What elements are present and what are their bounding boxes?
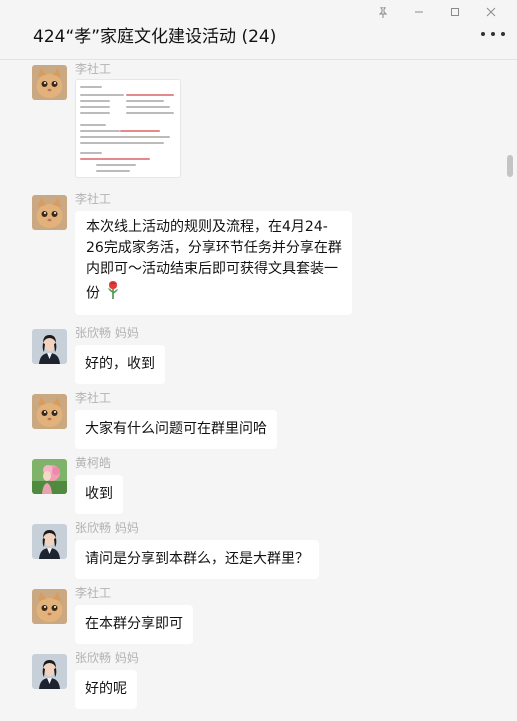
message-bubble[interactable]: 大家有什么问题可在群里问哈 (75, 410, 277, 449)
more-icon[interactable] (481, 24, 505, 44)
message-text: 在本群分享即可 (85, 616, 183, 632)
sender-name: 张欣畅 妈妈 (75, 521, 139, 535)
cat-avatar[interactable] (32, 394, 67, 429)
cat-avatar[interactable] (32, 65, 67, 100)
message-bubble[interactable]: 请问是分享到本群么，还是大群里？ (75, 540, 319, 579)
cat-avatar[interactable] (32, 589, 67, 624)
message-text: 请问是分享到本群么，还是大群里？ (85, 551, 309, 567)
pin-icon[interactable] (365, 2, 401, 22)
woman-avatar[interactable] (32, 524, 67, 559)
message-text: 收到 (85, 486, 113, 502)
sender-name: 张欣畅 妈妈 (75, 326, 139, 340)
sender-name: 张欣畅 妈妈 (75, 651, 139, 665)
image-message[interactable] (75, 79, 181, 178)
message-bubble[interactable]: 好的呢 (75, 670, 137, 709)
sender-name: 李社工 (75, 62, 112, 76)
message-bubble[interactable]: 收到 (75, 475, 123, 514)
close-icon[interactable] (473, 2, 509, 22)
message-bubble[interactable]: 本次线上活动的规则及流程，在4月24-26完成家务活，分享环节任务并分享在群内即… (75, 211, 352, 315)
cat-avatar[interactable] (32, 195, 67, 230)
sender-name: 李社工 (75, 192, 112, 206)
woman-avatar[interactable] (32, 329, 67, 364)
message-text: 好的呢 (85, 681, 127, 697)
sender-name: 黄柯皓 (75, 456, 112, 470)
minimize-icon[interactable] (401, 2, 437, 22)
chat-title: 424“孝”家庭文化建设活动 (24) (33, 27, 277, 47)
message-text: 好的，收到 (85, 356, 155, 372)
message-bubble[interactable]: 在本群分享即可 (75, 605, 193, 644)
sender-name: 李社工 (75, 586, 112, 600)
maximize-icon[interactable] (437, 2, 473, 22)
scrollbar-thumb[interactable] (507, 155, 513, 177)
message-text: 大家有什么问题可在群里问哈 (85, 421, 267, 437)
woman-avatar[interactable] (32, 654, 67, 689)
message-list: 李社工 李社工 本次线上活动的规则及流程，在4月24-26完成家务活，分享环节任… (0, 60, 506, 721)
title-bar: 424“孝”家庭文化建设活动 (24) (0, 0, 517, 60)
flower-avatar[interactable] (32, 459, 67, 494)
window-controls (365, 2, 509, 22)
message-bubble[interactable]: 好的，收到 (75, 345, 165, 384)
sender-name: 李社工 (75, 391, 112, 405)
message-text: 本次线上活动的规则及流程，在4月24-26完成家务活，分享环节任务并分享在群内即… (86, 219, 342, 302)
rose-icon (106, 280, 120, 307)
